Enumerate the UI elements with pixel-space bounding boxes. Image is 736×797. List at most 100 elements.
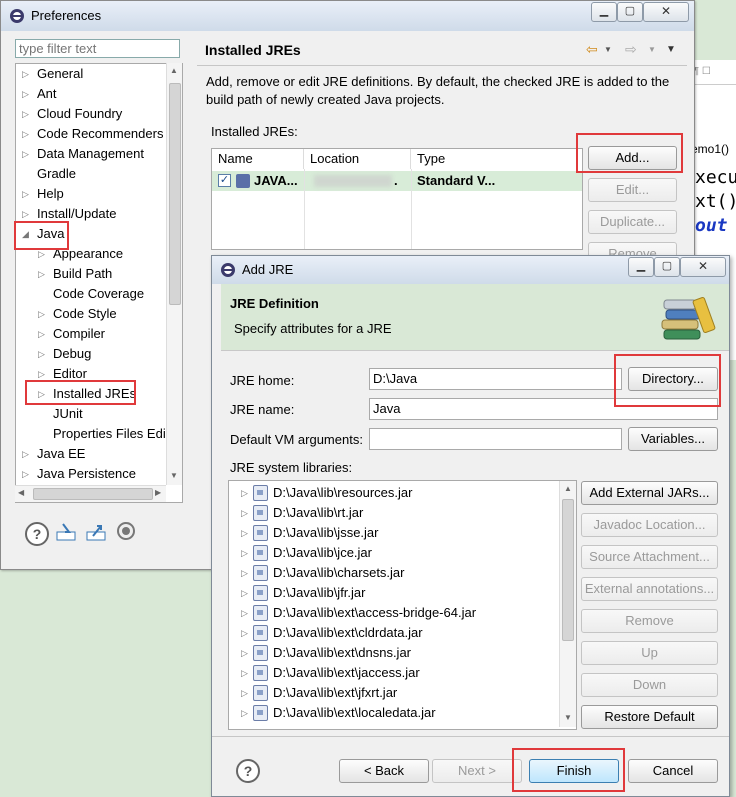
column-header-name[interactable]: Name [212, 149, 304, 169]
tree-item[interactable]: Ant [37, 84, 57, 104]
library-item[interactable]: D:\Java\lib\jfr.jar [253, 583, 365, 603]
scroll-up-icon[interactable]: ▲ [564, 484, 572, 493]
dialog-maximize-button[interactable]: ▢ [654, 257, 680, 277]
forward-nav-icon[interactable]: ⇨ [625, 41, 637, 58]
forward-dropdown-icon[interactable]: ▼ [648, 45, 656, 54]
tree-item[interactable]: Code Recommenders [37, 124, 163, 144]
filter-input[interactable] [15, 39, 180, 58]
tree-item[interactable]: Code Coverage [53, 284, 144, 304]
add-external-jars-button[interactable]: Add External JARs... [581, 481, 718, 505]
library-item[interactable]: D:\Java\lib\jce.jar [253, 543, 372, 563]
up-button[interactable]: Up [581, 641, 718, 665]
jre-home-input[interactable]: D:\Java [369, 368, 622, 390]
tree-item[interactable]: Java EE [37, 444, 85, 464]
close-button[interactable]: ✕ [643, 2, 689, 22]
view-menu-icon[interactable]: ▼ [666, 44, 676, 55]
scroll-down-icon[interactable]: ▼ [170, 471, 178, 480]
scroll-thumb[interactable] [562, 499, 574, 641]
tree-horizontal-scrollbar[interactable]: ◀ ▶ [15, 485, 166, 502]
library-item[interactable]: D:\Java\lib\resources.jar [253, 483, 412, 503]
record-icon[interactable] [117, 522, 135, 540]
library-item[interactable]: D:\Java\lib\ext\jfxrt.jar [253, 683, 397, 703]
collapsed-arrow-icon[interactable]: ▷ [241, 648, 248, 659]
source-attachment-button[interactable]: Source Attachment... [581, 545, 718, 569]
tree-item[interactable]: Code Style [53, 304, 117, 324]
back-dropdown-icon[interactable]: ▼ [604, 45, 612, 54]
next-button[interactable]: Next > [432, 759, 522, 783]
collapsed-arrow-icon[interactable]: ▷ [22, 469, 29, 480]
library-item[interactable]: D:\Java\lib\ext\jaccess.jar [253, 663, 420, 683]
library-item[interactable]: D:\Java\lib\jsse.jar [253, 523, 378, 543]
tree-item[interactable]: Build Path [53, 264, 112, 284]
collapsed-arrow-icon[interactable]: ▷ [241, 708, 248, 719]
dialog-minimize-button[interactable]: ▁ [628, 257, 654, 277]
tree-item[interactable]: JUnit [53, 404, 83, 424]
collapsed-arrow-icon[interactable]: ▷ [241, 528, 248, 539]
library-item[interactable]: D:\Java\lib\ext\localedata.jar [253, 703, 436, 723]
collapsed-arrow-icon[interactable]: ▷ [22, 89, 29, 100]
vm-args-input[interactable] [369, 428, 622, 450]
tree-item[interactable]: Data Management [37, 144, 144, 164]
collapsed-arrow-icon[interactable]: ▷ [38, 269, 45, 280]
collapsed-arrow-icon[interactable]: ▷ [22, 189, 29, 200]
library-item[interactable]: D:\Java\lib\ext\access-bridge-64.jar [253, 603, 476, 623]
table-row[interactable]: ✓ JAVA... . Standard V... [212, 171, 582, 191]
collapsed-arrow-icon[interactable]: ▷ [241, 668, 248, 679]
collapsed-arrow-icon[interactable]: ▷ [241, 628, 248, 639]
collapsed-arrow-icon[interactable]: ▷ [241, 548, 248, 559]
import-icon[interactable] [55, 522, 77, 542]
minimize-button[interactable]: ▁ [591, 2, 617, 22]
maximize-button[interactable]: ▢ [617, 2, 643, 22]
jre-checkbox[interactable]: ✓ [218, 174, 231, 187]
collapsed-arrow-icon[interactable]: ▷ [22, 129, 29, 140]
export-icon[interactable] [85, 522, 107, 542]
tree-item[interactable]: Properties Files Edi [53, 424, 166, 444]
dialog-close-button[interactable]: ✕ [680, 257, 726, 277]
cancel-button[interactable]: Cancel [628, 759, 718, 783]
collapsed-arrow-icon[interactable]: ▷ [241, 608, 248, 619]
collapsed-arrow-icon[interactable]: ▷ [38, 369, 45, 380]
column-header-type[interactable]: Type [411, 149, 582, 169]
javadoc-location-button[interactable]: Javadoc Location... [581, 513, 718, 537]
tree-item[interactable]: Java Persistence [37, 464, 136, 484]
tree-vertical-scrollbar[interactable]: ▲ ▼ [166, 63, 182, 485]
tree-item[interactable]: Compiler [53, 324, 105, 344]
collapsed-arrow-icon[interactable]: ▷ [241, 568, 248, 579]
edit-jre-button[interactable]: Edit... [588, 178, 677, 202]
library-item[interactable]: D:\Java\lib\charsets.jar [253, 563, 405, 583]
collapsed-arrow-icon[interactable]: ▷ [38, 309, 45, 320]
tree-item[interactable]: Debug [53, 344, 91, 364]
variables-button[interactable]: Variables... [628, 427, 718, 451]
scroll-up-icon[interactable]: ▲ [170, 66, 178, 75]
collapsed-arrow-icon[interactable]: ▷ [241, 588, 248, 599]
collapsed-arrow-icon[interactable]: ▷ [241, 508, 248, 519]
tree-item[interactable]: Gradle [37, 164, 76, 184]
scroll-left-icon[interactable]: ◀ [18, 488, 24, 497]
collapsed-arrow-icon[interactable]: ▷ [38, 249, 45, 260]
collapsed-arrow-icon[interactable]: ▷ [22, 209, 29, 220]
libs-vertical-scrollbar[interactable]: ▲ ▼ [559, 481, 576, 727]
collapsed-arrow-icon[interactable]: ▷ [241, 688, 248, 699]
library-item[interactable]: D:\Java\lib\ext\cldrdata.jar [253, 623, 423, 643]
collapsed-arrow-icon[interactable]: ▷ [22, 149, 29, 160]
tree-item[interactable]: General [37, 64, 83, 84]
scroll-right-icon[interactable]: ▶ [155, 488, 161, 497]
hscroll-thumb[interactable] [33, 488, 153, 500]
down-button[interactable]: Down [581, 673, 718, 697]
library-item[interactable]: D:\Java\lib\ext\dnsns.jar [253, 643, 411, 663]
collapsed-arrow-icon[interactable]: ▷ [22, 109, 29, 120]
duplicate-jre-button[interactable]: Duplicate... [588, 210, 677, 234]
library-item[interactable]: D:\Java\lib\rt.jar [253, 503, 363, 523]
restore-default-button[interactable]: Restore Default [581, 705, 718, 729]
back-nav-icon[interactable]: ⇦ [586, 41, 598, 58]
tree-item[interactable]: Cloud Foundry [37, 104, 122, 124]
collapsed-arrow-icon[interactable]: ▷ [38, 349, 45, 360]
collapsed-arrow-icon[interactable]: ▷ [241, 488, 248, 499]
tree-item[interactable]: Help [37, 184, 64, 204]
help-icon[interactable]: ? [25, 522, 49, 546]
scroll-down-icon[interactable]: ▼ [564, 713, 572, 722]
external-annotations-button[interactable]: External annotations... [581, 577, 718, 601]
column-header-location[interactable]: Location [304, 149, 411, 169]
scroll-thumb[interactable] [169, 83, 181, 305]
help-icon[interactable]: ? [236, 759, 260, 783]
